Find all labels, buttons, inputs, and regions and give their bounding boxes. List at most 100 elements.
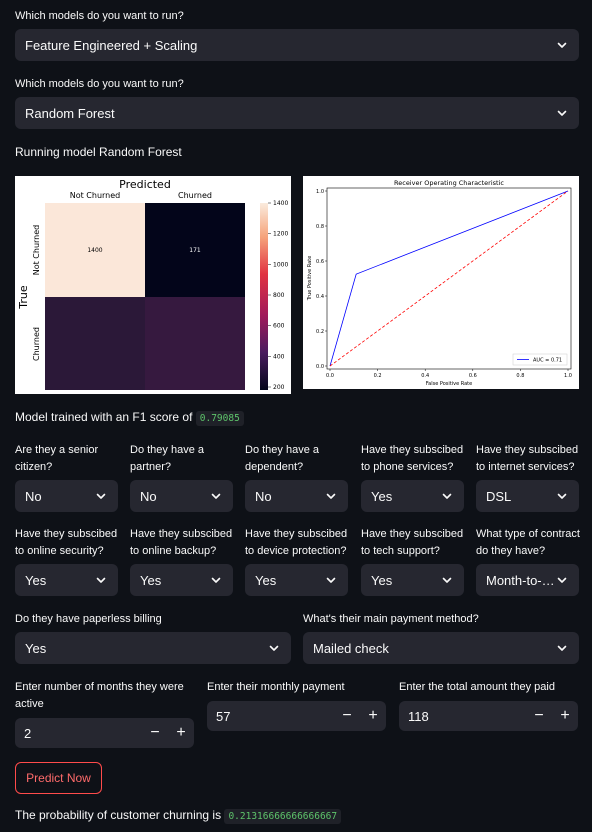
chevron-down-icon <box>555 489 569 503</box>
months-decrement-button[interactable]: − <box>142 718 168 748</box>
fields_row1-label-1: Do they have a partner? <box>130 444 204 473</box>
total-increment-button[interactable]: + <box>552 701 578 731</box>
roc-ytick-label: 0.6 <box>316 259 324 265</box>
models-select-1-value: Feature Engineered + Scaling <box>25 37 198 53</box>
roc-xtick-label: 0.0 <box>326 373 334 379</box>
chevron-down-icon <box>440 489 454 503</box>
fields_row1-label-4: Have they subscibed to internet services… <box>476 444 579 473</box>
total-label: Enter the total amount they paid <box>399 681 555 693</box>
roc-ytick-label: 1.0 <box>316 189 324 195</box>
roc-title: Receiver Operating Characteristic <box>394 179 504 187</box>
payment-value: Mailed check <box>313 640 389 656</box>
fields_row2-select-4[interactable]: Month-to-month <box>476 564 579 596</box>
chevron-down-icon <box>267 641 281 655</box>
cm-row-label-1: Churned <box>32 327 41 361</box>
models-select-1-label: Which models do you want to run? <box>15 10 184 22</box>
total-input[interactable] <box>399 707 526 725</box>
cm-col-label-1: Churned <box>178 191 212 200</box>
cm-cell-value-0: 1400 <box>87 247 102 254</box>
fields_row2-label-4: What type of contract do they have? <box>476 528 580 557</box>
fields_row1-label-0: Are they a senior citizen? <box>15 444 99 473</box>
chevron-down-icon <box>440 573 454 587</box>
f1-score: 0.79085 <box>195 411 244 426</box>
roc-xtick-label: 0.4 <box>421 373 429 379</box>
months-input[interactable] <box>15 724 142 742</box>
result-text: The probability of customer churning is <box>15 808 222 822</box>
f1-text: Model trained with an F1 score of <box>15 410 193 424</box>
chevron-down-icon <box>555 106 569 120</box>
cm-colorbar <box>260 203 268 390</box>
monthly-label: Enter their monthly payment <box>207 681 345 693</box>
fields_row1-value-0: No <box>25 488 42 504</box>
cm-ylabel: True <box>17 285 30 310</box>
roc-xlabel: False Positive Rate <box>426 381 472 387</box>
fields_row2-label-2: Have they subscibed to device protection… <box>245 528 348 557</box>
result-row: The probability of customer churning is … <box>15 807 342 825</box>
fields_row1-select-2[interactable]: No <box>245 480 348 512</box>
cm-title: Predicted <box>119 178 171 191</box>
churn-probability: 0.21316666666666667 <box>224 809 342 824</box>
roc-xtick-label: 0.8 <box>516 373 524 379</box>
cm-cell-tp <box>145 297 245 390</box>
months-number-input: − + <box>15 718 194 748</box>
chevron-down-icon <box>555 573 569 587</box>
fields_row2-label-1: Have they subscibed to online backup? <box>130 528 233 557</box>
cm-colorbar-tick-label: 1400 <box>273 200 288 207</box>
payment-label: What's their main payment method? <box>303 613 479 625</box>
roc-chart: Receiver Operating Characteristic 0.0 0.2… <box>303 176 579 389</box>
fields_row1-select-0[interactable]: No <box>15 480 118 512</box>
cm-row-label-0: Not Churned <box>32 225 41 276</box>
roc-xtick-label: 0.2 <box>374 373 382 379</box>
fields_row2-value-3: Yes <box>371 572 393 588</box>
fields_row2-select-1[interactable]: Yes <box>130 564 233 596</box>
fields_row2-select-3[interactable]: Yes <box>361 564 464 596</box>
chevron-down-icon <box>555 641 569 655</box>
monthly-decrement-button[interactable]: − <box>334 701 360 731</box>
confusion-matrix-image: Predicted Not Churned Churned 1400 171 N… <box>15 176 291 394</box>
f1-text-row: Model trained with an F1 score of 0.7908… <box>15 409 244 427</box>
fields_row2-select-2[interactable]: Yes <box>245 564 348 596</box>
chevron-down-icon <box>324 573 338 587</box>
cm-colorbar-tick-label: 400 <box>273 353 285 360</box>
fields_row1-value-1: No <box>140 488 157 504</box>
roc-legend-label: AUC = 0.71 <box>533 358 562 364</box>
roc-xtick-label: 1.0 <box>564 373 572 379</box>
roc-ytick-label: 0.0 <box>316 364 324 370</box>
predict-now-button[interactable]: Predict Now <box>15 762 102 794</box>
fields_row1-value-2: No <box>255 488 272 504</box>
fields_row1-label-3: Have they subscibed to phone services? <box>361 444 464 473</box>
fields_row2-label-3: Have they subscibed to tech support? <box>361 528 464 557</box>
models-select-2-value: Random Forest <box>25 105 115 121</box>
chevron-down-icon <box>209 573 223 587</box>
chevron-down-icon <box>94 573 108 587</box>
payment-select[interactable]: Mailed check <box>303 632 579 664</box>
models-select-2[interactable]: Random Forest <box>15 97 579 129</box>
fields_row2-value-2: Yes <box>255 572 277 588</box>
cm-colorbar-tick-label: 1200 <box>273 231 288 238</box>
running-model-text: Running model Random Forest <box>15 145 182 159</box>
fields_row1-label-2: Do they have a dependent? <box>245 444 319 473</box>
paperless-label: Do they have paperless billing <box>15 613 162 625</box>
total-decrement-button[interactable]: − <box>526 701 552 731</box>
fields_row1-select-3[interactable]: Yes <box>361 480 464 512</box>
fields_row1-value-4: DSL <box>486 488 512 504</box>
models-select-2-label: Which models do you want to run? <box>15 78 184 90</box>
fields_row1-select-1[interactable]: No <box>130 480 233 512</box>
cm-cell-fn <box>45 297 145 390</box>
chevron-down-icon <box>324 489 338 503</box>
fields_row2-select-0[interactable]: Yes <box>15 564 118 596</box>
models-select-1[interactable]: Feature Engineered + Scaling <box>15 29 579 61</box>
cm-colorbar-tick-label: 800 <box>273 292 285 299</box>
monthly-increment-button[interactable]: + <box>360 701 386 731</box>
chevron-down-icon <box>209 489 223 503</box>
roc-ytick-label: 0.8 <box>316 224 324 230</box>
months-increment-button[interactable]: + <box>168 718 194 748</box>
roc-ytick-label: 0.2 <box>316 329 324 335</box>
cm-col-label-0: Not Churned <box>70 191 121 200</box>
cm-colorbar-tick-label: 200 <box>273 384 285 391</box>
paperless-select[interactable]: Yes <box>15 632 291 664</box>
monthly-input[interactable] <box>207 707 334 725</box>
cm-cell-value-1: 171 <box>189 247 201 254</box>
fields_row1-select-4[interactable]: DSL <box>476 480 579 512</box>
paperless-value: Yes <box>25 640 47 656</box>
